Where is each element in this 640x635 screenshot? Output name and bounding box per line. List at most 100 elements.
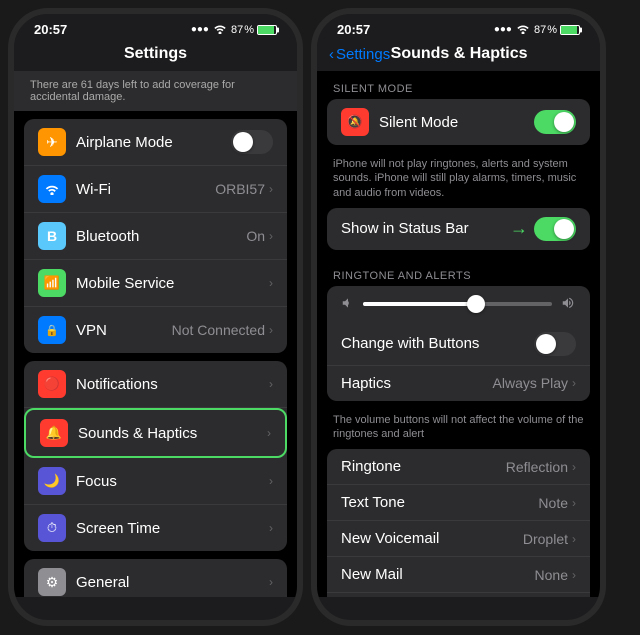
back-button[interactable]: ‹ Settings — [329, 46, 390, 63]
focus-chevron-icon: › — [269, 474, 273, 488]
new-voicemail-label: New Voicemail — [341, 530, 523, 547]
ringtone-value: Reflection — [506, 459, 568, 475]
row-ringtone[interactable]: Ringtone Reflection › — [327, 449, 590, 485]
notifications-icon: 🔴 — [38, 370, 66, 398]
row-show-status-bar[interactable]: Show in Status Bar → — [327, 208, 590, 250]
battery-right: 87% — [534, 24, 580, 36]
silent-mode-label: Silent Mode — [379, 114, 534, 131]
notifications-label: Notifications — [76, 376, 269, 393]
new-mail-value: None — [535, 567, 568, 583]
row-volume[interactable] — [327, 286, 590, 323]
row-bluetooth[interactable]: B Bluetooth On › — [24, 213, 287, 260]
right-phone: 20:57 ●●● 87% ‹ Settings Sounds & Haptic… — [311, 8, 606, 626]
change-buttons-toggle[interactable] — [534, 332, 576, 356]
row-general[interactable]: ⚙ General › — [24, 559, 287, 597]
mobile-label: Mobile Service — [76, 275, 269, 292]
text-tone-value: Note — [538, 495, 568, 511]
silent-mode-desc: iPhone will not play ringtones, alerts a… — [317, 153, 600, 208]
sounds-page-title: Sounds & Haptics — [390, 45, 528, 63]
sounds-icon: 🔔 — [40, 419, 68, 447]
airplane-toggle[interactable] — [231, 130, 273, 154]
row-wifi[interactable]: Wi-Fi ORBI57 › — [24, 166, 287, 213]
wifi-chevron-icon: › — [269, 182, 273, 196]
haptics-label: Haptics — [341, 375, 493, 392]
screentime-chevron-icon: › — [269, 521, 273, 535]
section-silent: 🔕 Silent Mode — [327, 99, 590, 145]
volume-max-icon — [560, 296, 576, 313]
status-icons-left: ●●● 87% — [191, 23, 277, 37]
row-silent-mode[interactable]: 🔕 Silent Mode — [327, 99, 590, 145]
bluetooth-label: Bluetooth — [76, 228, 246, 245]
haptics-desc: The volume buttons will not affect the v… — [317, 409, 600, 450]
show-status-toggle[interactable] — [534, 217, 576, 241]
battery-left: 87% — [231, 24, 277, 36]
sounds-label: Sounds & Haptics — [78, 425, 267, 442]
row-sounds[interactable]: 🔔 Sounds & Haptics › — [24, 408, 287, 458]
general-chevron-icon: › — [269, 575, 273, 589]
general-icon: ⚙ — [38, 568, 66, 596]
silent-mode-toggle[interactable] — [534, 110, 576, 134]
row-screentime[interactable]: ⏱ Screen Time › — [24, 505, 287, 551]
volume-slider[interactable] — [363, 302, 552, 306]
silent-mode-header: SILENT MODE — [317, 71, 600, 99]
focus-icon: 🌙 — [38, 467, 66, 495]
haptics-value: Always Play — [493, 375, 568, 391]
section-notifications: 🔴 Notifications › 🔔 Sounds & Haptics › 🌙… — [24, 361, 287, 551]
airplane-label: Airplane Mode — [76, 134, 231, 151]
green-arrow-icon: → — [510, 218, 528, 239]
mobile-chevron-icon: › — [269, 276, 273, 290]
row-mobile[interactable]: 📶 Mobile Service › — [24, 260, 287, 307]
sounds-nav: ‹ Settings Sounds & Haptics — [317, 41, 600, 71]
time-right: 20:57 — [337, 22, 370, 37]
vpn-label: VPN — [76, 322, 172, 339]
row-change-buttons[interactable]: Change with Buttons — [327, 323, 590, 366]
wifi-row-icon — [38, 175, 66, 203]
general-label: General — [76, 574, 269, 591]
sounds-chevron-icon: › — [267, 426, 271, 440]
ringtone-chevron-icon: › — [572, 460, 576, 474]
row-focus[interactable]: 🌙 Focus › — [24, 458, 287, 505]
text-tone-chevron-icon: › — [572, 496, 576, 510]
screentime-label: Screen Time — [76, 520, 269, 537]
focus-label: Focus — [76, 473, 269, 490]
row-haptics[interactable]: Haptics Always Play › — [327, 366, 590, 401]
new-mail-label: New Mail — [341, 566, 535, 583]
row-text-tone[interactable]: Text Tone Note › — [327, 485, 590, 521]
bluetooth-value: On — [246, 228, 265, 244]
section-connectivity: ✈ Airplane Mode Wi-Fi ORBI57 › B — [24, 119, 287, 353]
status-bar-right: 20:57 ●●● 87% — [317, 14, 600, 41]
signal-icon: ●●● — [191, 24, 209, 35]
haptics-chevron-icon: › — [572, 376, 576, 390]
wifi-icon — [213, 23, 227, 37]
text-tone-label: Text Tone — [341, 494, 538, 511]
back-label: Settings — [336, 46, 390, 63]
row-vpn[interactable]: 🔒 VPN Not Connected › — [24, 307, 287, 353]
sounds-content: SILENT MODE 🔕 Silent Mode iPhone will no… — [317, 71, 600, 597]
change-buttons-label: Change with Buttons — [341, 335, 534, 352]
page-title-left: Settings — [30, 45, 281, 63]
section-general: ⚙ General › ⊞ Control Centre › ◎ Action … — [24, 559, 287, 597]
section-tones: Ringtone Reflection › Text Tone Note › N… — [327, 449, 590, 597]
screentime-icon: ⏱ — [38, 514, 66, 542]
airplane-icon: ✈ — [38, 128, 66, 156]
bluetooth-icon: B — [38, 222, 66, 250]
new-voicemail-value: Droplet — [523, 531, 568, 547]
settings-content: There are 61 days left to add coverage f… — [14, 71, 297, 597]
mobile-icon: 📶 — [38, 269, 66, 297]
row-sent-mail[interactable]: Sent Mail Swoosh › — [327, 593, 590, 597]
time-left: 20:57 — [34, 22, 67, 37]
ringtone-header: RINGTONE AND ALERTS — [317, 258, 600, 286]
ringtone-label: Ringtone — [341, 458, 506, 475]
status-icons-right: ●●● 87% — [494, 23, 580, 37]
section-show-status: Show in Status Bar → — [327, 208, 590, 250]
wifi-label: Wi-Fi — [76, 181, 215, 198]
volume-min-icon — [341, 296, 355, 313]
row-airplane[interactable]: ✈ Airplane Mode — [24, 119, 287, 166]
row-new-voicemail[interactable]: New Voicemail Droplet › — [327, 521, 590, 557]
back-chevron-icon: ‹ — [329, 46, 334, 63]
row-notifications[interactable]: 🔴 Notifications › — [24, 361, 287, 408]
vpn-value: Not Connected — [172, 322, 265, 338]
row-new-mail[interactable]: New Mail None › — [327, 557, 590, 593]
warning-banner: There are 61 days left to add coverage f… — [14, 71, 297, 111]
new-mail-chevron-icon: › — [572, 568, 576, 582]
